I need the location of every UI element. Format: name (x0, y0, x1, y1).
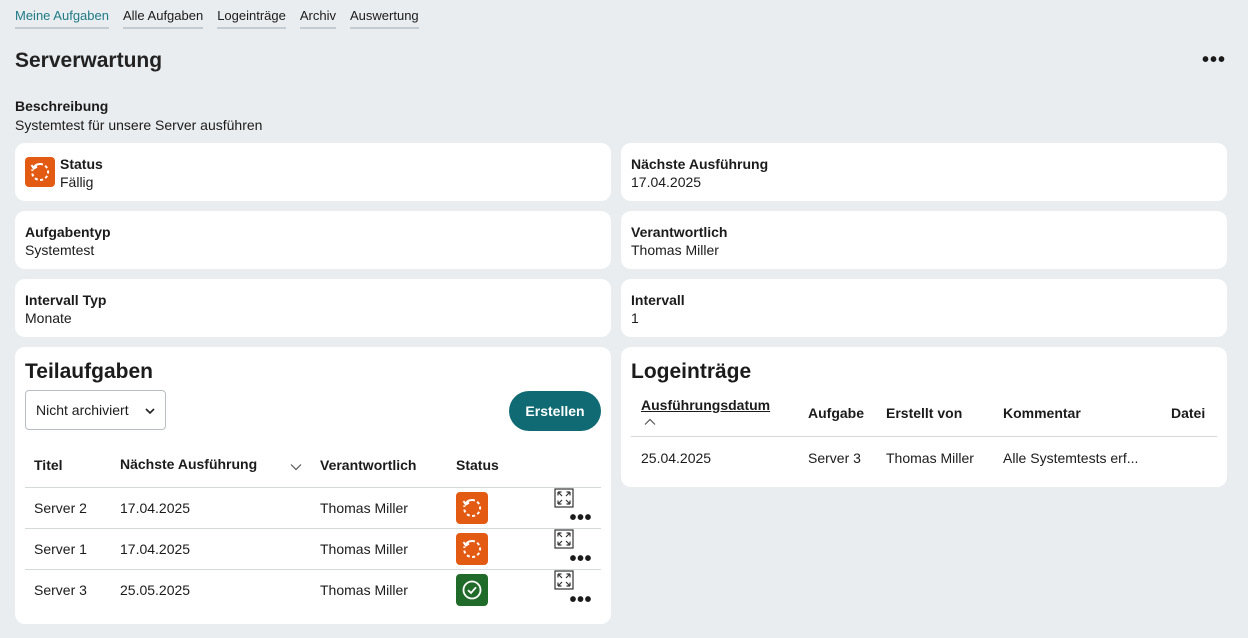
log-file (1161, 436, 1217, 479)
status-card: Status Fällig (15, 143, 611, 201)
next-run-card: Nächste Ausführung 17.04.2025 (621, 143, 1227, 201)
logs-table: Ausführungsdatum Aufgabe Erstellt von Ko… (631, 390, 1217, 479)
tab-alle-aufgaben[interactable]: Alle Aufgaben (122, 8, 204, 29)
expand-icon[interactable] (554, 570, 574, 590)
col-ausfuehrungsdatum[interactable]: Ausführungsdatum (631, 390, 798, 437)
row-responsible: Thomas Miller (311, 528, 447, 570)
responsible-label: Verantwortlich (631, 224, 728, 240)
next-run-value: 17.04.2025 (631, 174, 702, 190)
row-status (447, 487, 521, 529)
table-row[interactable]: Server 2 17.04.2025 Thomas Miller ••• (25, 487, 601, 529)
logs-card: Logeinträge Ausführungsdatum Aufgabe Ers… (621, 347, 1227, 487)
log-comment: Alle Systemtests erf... (1003, 449, 1139, 466)
col-erstellt-von[interactable]: Erstellt von (876, 390, 993, 437)
interval-card: Intervall 1 (621, 279, 1227, 337)
table-row[interactable]: Server 1 17.04.2025 Thomas Miller ••• (25, 528, 601, 570)
archive-filter-value: Nicht archiviert (36, 402, 129, 418)
subtasks-title: Teilaufgaben (25, 360, 153, 383)
refresh-icon (456, 491, 488, 524)
subtasks-card: Teilaufgaben Nicht archiviert Erstellen … (15, 347, 611, 624)
next-run-label: Nächste Ausführung (631, 156, 769, 172)
col-naechste-ausfuehrung[interactable]: Nächste Ausführung (111, 444, 311, 488)
tab-archiv[interactable]: Archiv (299, 8, 336, 29)
col-kommentar[interactable]: Kommentar (993, 390, 1161, 437)
interval-value: 1 (631, 310, 639, 326)
check-circle-icon (456, 573, 488, 606)
row-responsible: Thomas Miller (320, 581, 408, 598)
task-type-card: Aufgabentyp Systemtest (15, 211, 611, 269)
col-datei[interactable]: Datei (1161, 390, 1217, 437)
col-actions (521, 444, 601, 488)
top-tabs: Meine Aufgaben Alle Aufgaben Logeinträge… (15, 8, 419, 29)
interval-label: Intervall (631, 292, 685, 308)
col-aufgabe[interactable]: Aufgabe (798, 390, 876, 437)
status-label: Status (60, 156, 103, 172)
row-actions: ••• (521, 487, 601, 529)
col-naechste-ausfuehrung-label: Nächste Ausführung (120, 456, 258, 473)
archive-filter-select[interactable]: Nicht archiviert (25, 390, 166, 430)
create-button[interactable]: Erstellen (509, 391, 601, 431)
row-title: Server 3 (34, 581, 87, 598)
row-more-button[interactable]: ••• (569, 589, 592, 611)
table-header-row: Titel Nächste Ausführung Verantwortlich … (25, 444, 601, 488)
logs-title: Logeinträge (631, 360, 752, 383)
description-label: Beschreibung (15, 98, 109, 114)
tab-auswertung[interactable]: Auswertung (350, 8, 419, 29)
status-value: Fällig (60, 174, 94, 190)
table-row[interactable]: 25.04.2025 Server 3 Thomas Miller Alle S… (631, 436, 1217, 479)
row-next: 25.05.2025 (120, 581, 191, 598)
more-options-button[interactable]: ••• (1202, 50, 1226, 70)
chevron-down-icon (145, 402, 155, 418)
col-verantwortlich[interactable]: Verantwortlich (311, 444, 447, 488)
row-status (447, 569, 521, 610)
responsible-value: Thomas Miller (631, 242, 719, 258)
row-title: Server 1 (25, 528, 111, 570)
tab-logeintraege[interactable]: Logeinträge (217, 8, 286, 29)
table-row[interactable]: Server 3 25.05.2025 Thomas Miller ••• (25, 569, 601, 610)
task-type-label: Aufgabentyp (25, 224, 111, 240)
log-created-by: Thomas Miller (886, 449, 974, 466)
col-status[interactable]: Status (447, 444, 521, 488)
expand-icon[interactable] (554, 529, 574, 549)
row-next: 17.04.2025 (111, 487, 311, 529)
col-ausfuehrungsdatum-label[interactable]: Ausführungsdatum (641, 397, 770, 413)
row-responsible: Thomas Miller (311, 487, 447, 529)
row-actions: ••• (521, 528, 601, 570)
interval-type-card: Intervall Typ Monate (15, 279, 611, 337)
row-more-button[interactable]: ••• (569, 507, 592, 529)
sort-asc-icon[interactable] (644, 413, 656, 429)
responsible-card: Verantwortlich Thomas Miller (621, 211, 1227, 269)
expand-icon[interactable] (554, 488, 574, 508)
subtasks-table: Titel Nächste Ausführung Verantwortlich … (25, 444, 601, 610)
interval-type-value: Monate (25, 310, 72, 326)
log-date: 25.04.2025 (641, 449, 712, 466)
row-next: 17.04.2025 (111, 528, 311, 570)
row-more-button[interactable]: ••• (569, 548, 592, 570)
refresh-icon (456, 532, 488, 565)
log-task: Server 3 (808, 449, 861, 466)
col-titel[interactable]: Titel (25, 444, 111, 488)
tab-meine-aufgaben[interactable]: Meine Aufgaben (15, 8, 109, 29)
description-value: Systemtest für unsere Server ausführen (15, 117, 263, 133)
page-title: Serverwartung (15, 49, 163, 72)
table-header-row: Ausführungsdatum Aufgabe Erstellt von Ko… (631, 390, 1217, 437)
interval-type-label: Intervall Typ (25, 292, 107, 308)
row-actions: ••• (521, 569, 601, 610)
sort-chevron-icon[interactable] (290, 458, 302, 474)
task-type-value: Systemtest (25, 242, 95, 258)
row-title: Server 2 (25, 487, 111, 529)
refresh-icon (25, 157, 55, 187)
row-status (447, 528, 521, 570)
